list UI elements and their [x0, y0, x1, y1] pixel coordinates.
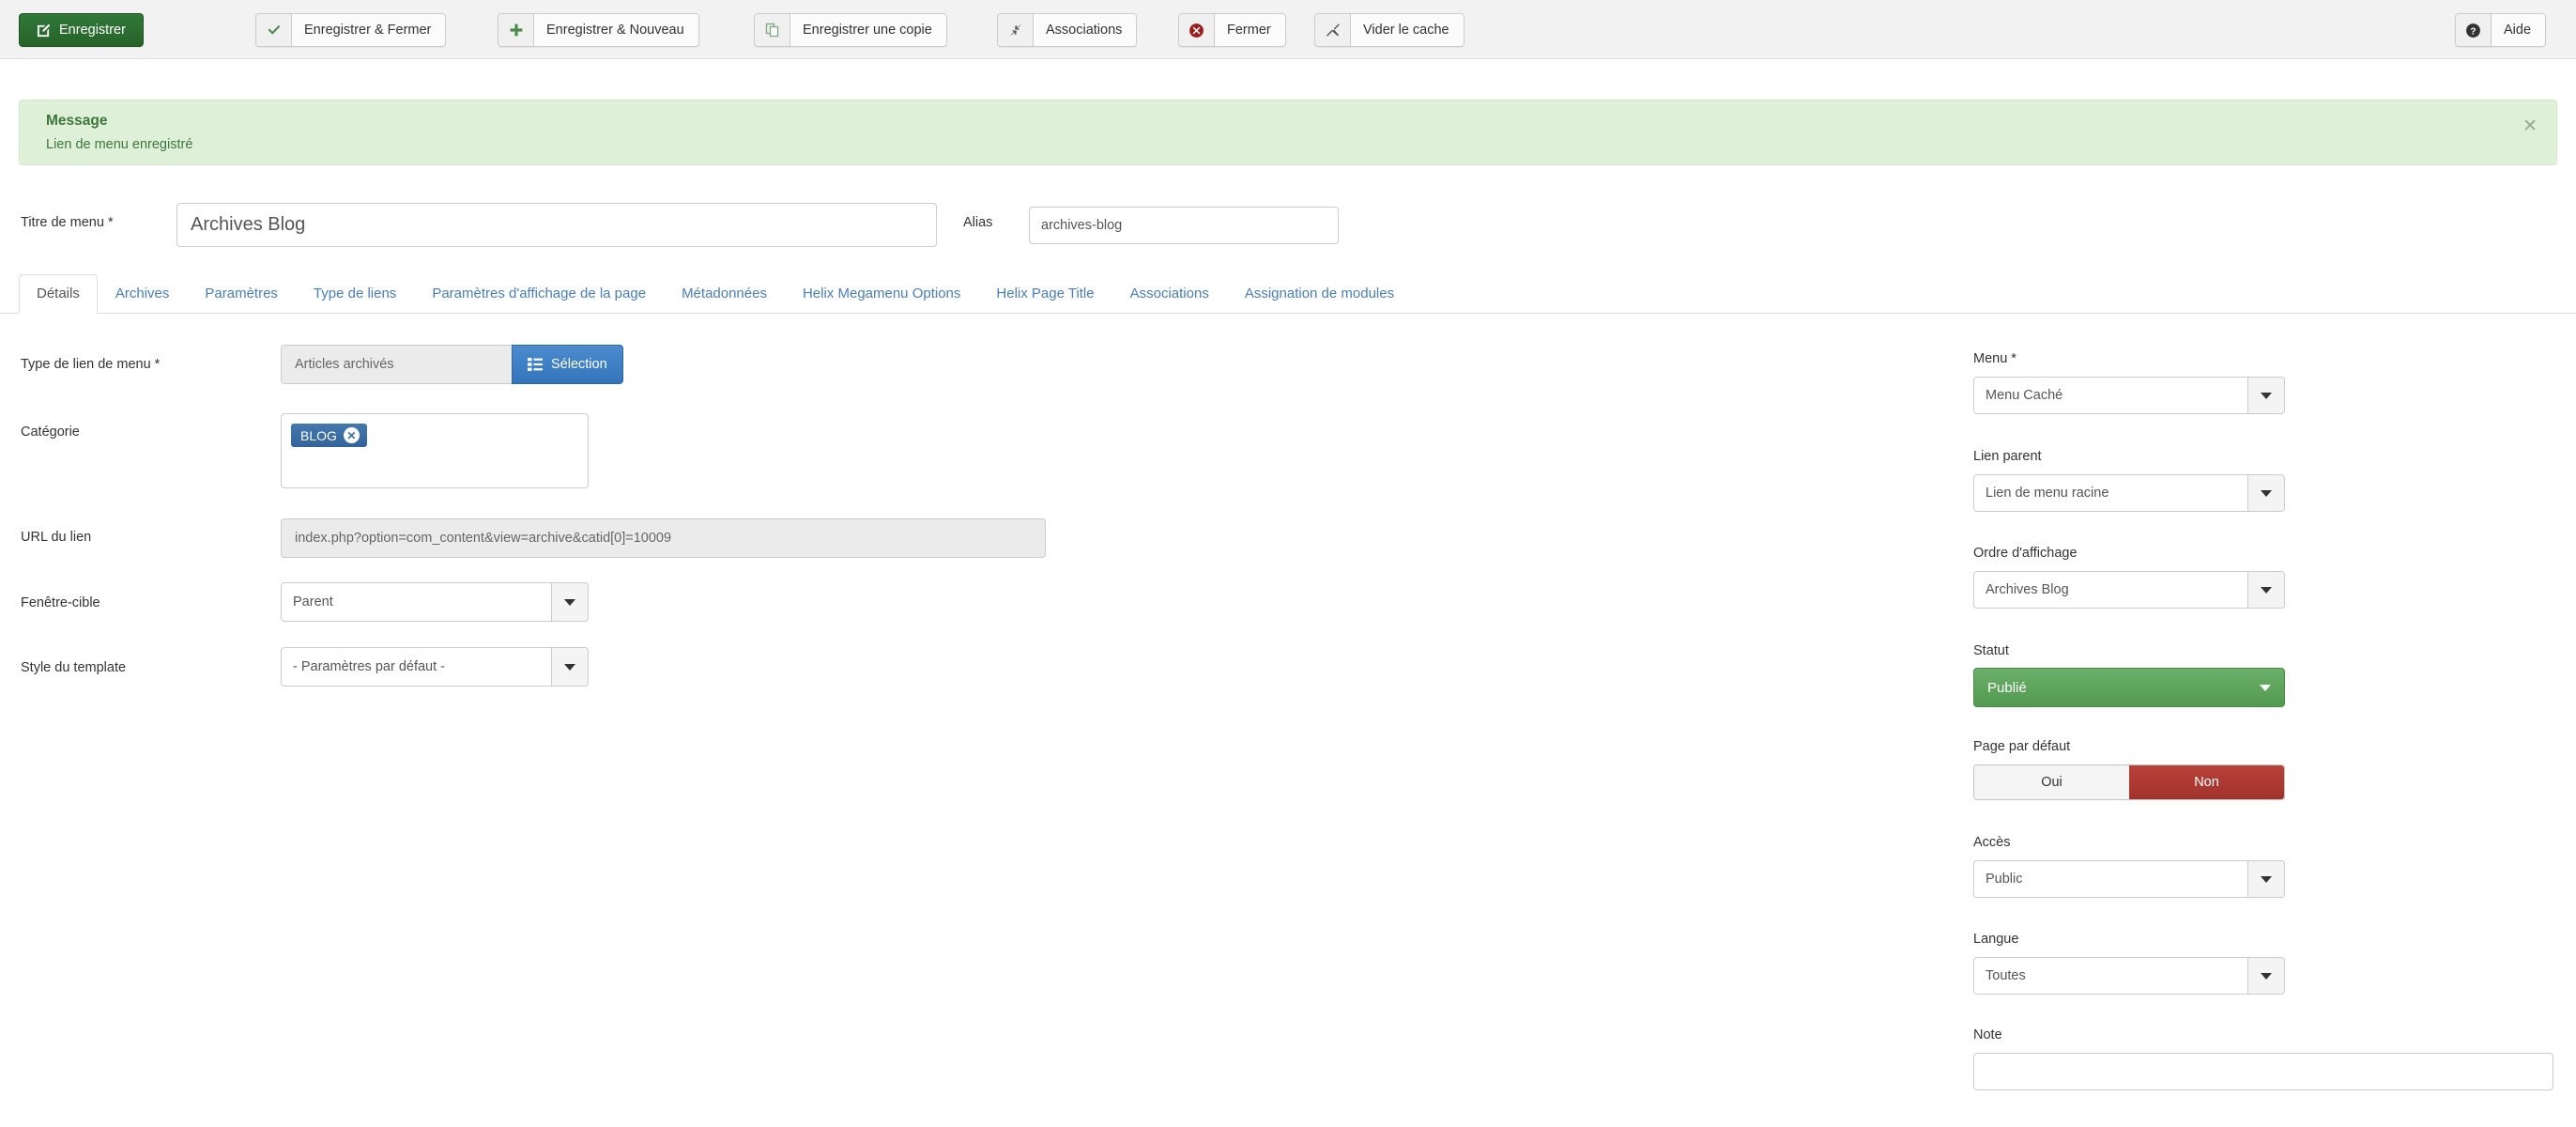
- menu-title-label: Titre de menu *: [21, 215, 114, 230]
- alert-title: Message: [46, 113, 108, 129]
- save-and-new-button[interactable]: Enregistrer & Nouveau: [498, 13, 699, 47]
- close-label[interactable]: Fermer: [1214, 13, 1286, 47]
- ordering-label: Ordre d'affichage: [1973, 546, 2078, 561]
- link-type-value: Articles archivés: [281, 345, 515, 384]
- clear-cache-label[interactable]: Vider le cache: [1350, 13, 1464, 47]
- note-input[interactable]: [1973, 1053, 2553, 1090]
- link-url-label: URL du lien: [21, 530, 92, 545]
- list-icon: [528, 358, 543, 371]
- help-button[interactable]: ? Aide: [2455, 13, 2547, 47]
- message-alert: Message Lien de menu enregistré ✕: [19, 100, 2557, 165]
- tab-bar: Détails Archives Paramètres Type de lien…: [0, 270, 2576, 314]
- tab-parametres-affichage-page[interactable]: Paramètres d'affichage de la page: [414, 274, 664, 314]
- tag-blog[interactable]: BLOG ✕: [291, 424, 367, 447]
- title-row: Titre de menu * Alias: [0, 203, 2576, 250]
- menu-value: Menu Caché: [1973, 377, 2247, 414]
- tab-helix-megamenu-options[interactable]: Helix Megamenu Options: [785, 274, 978, 314]
- save-button-label: Enregistrer: [59, 23, 126, 38]
- link-type-label: Type de lien de menu *: [21, 357, 161, 372]
- default-page-label: Page par défaut: [1973, 739, 2071, 754]
- save-and-close-button[interactable]: Enregistrer & Fermer: [255, 13, 447, 47]
- tab-archives[interactable]: Archives: [98, 274, 188, 314]
- associations-label[interactable]: Associations: [1033, 13, 1138, 47]
- link-url-value: index.php?option=com_content&view=archiv…: [281, 518, 1046, 558]
- save-and-close-label[interactable]: Enregistrer & Fermer: [291, 13, 447, 47]
- target-window-select[interactable]: Parent: [281, 582, 589, 622]
- menu-select[interactable]: Menu Caché: [1973, 377, 2285, 414]
- tab-metadonnees[interactable]: Métadonnées: [664, 274, 785, 314]
- alert-message-text: Lien de menu enregistré: [46, 137, 193, 152]
- note-label: Note: [1973, 1027, 2002, 1042]
- category-tag-box[interactable]: BLOG ✕: [281, 413, 589, 488]
- ordering-select[interactable]: Archives Blog: [1973, 571, 2285, 609]
- tag-blog-label: BLOG: [300, 427, 337, 443]
- chevron-down-icon[interactable]: [2247, 377, 2285, 414]
- question-circle-icon: ?: [2455, 13, 2491, 47]
- chevron-down-icon[interactable]: [2247, 957, 2285, 995]
- template-style-label: Style du template: [21, 660, 127, 675]
- broom-icon: [1314, 13, 1350, 47]
- associations-button[interactable]: Associations: [997, 13, 1138, 47]
- chevron-down-icon[interactable]: [551, 582, 589, 622]
- parent-link-select[interactable]: Lien de menu racine: [1973, 474, 2285, 512]
- alias-input[interactable]: [1029, 207, 1339, 244]
- alias-label: Alias: [963, 215, 993, 230]
- close-button[interactable]: Fermer: [1178, 13, 1286, 47]
- help-label[interactable]: Aide: [2491, 13, 2547, 47]
- menu-label: Menu *: [1973, 351, 2016, 366]
- tab-type-de-liens[interactable]: Type de liens: [296, 274, 414, 314]
- access-value: Public: [1973, 860, 2247, 898]
- access-select[interactable]: Public: [1973, 860, 2285, 898]
- copy-icon: [754, 13, 790, 47]
- chevron-down-icon[interactable]: [2247, 474, 2285, 512]
- chevron-down-icon[interactable]: [2247, 571, 2285, 609]
- tab-details[interactable]: Détails: [19, 274, 98, 314]
- menu-title-input[interactable]: [176, 203, 937, 247]
- status-value: Publié: [1987, 679, 2027, 696]
- toolbar: Enregistrer Enregistrer & Fermer Enregis…: [0, 0, 2576, 59]
- save-button-inner[interactable]: Enregistrer: [19, 13, 144, 47]
- template-style-select[interactable]: - Paramètres par défaut -: [281, 647, 589, 687]
- language-value: Toutes: [1973, 957, 2247, 995]
- language-select[interactable]: Toutes: [1973, 957, 2285, 995]
- status-label: Statut: [1973, 643, 2009, 658]
- save-button[interactable]: Enregistrer: [19, 13, 144, 47]
- template-style-value: - Paramètres par défaut -: [281, 647, 551, 687]
- status-select[interactable]: Publié: [1973, 668, 2285, 707]
- cancel-circle-icon: [1178, 13, 1214, 47]
- save-as-copy-label[interactable]: Enregistrer une copie: [790, 13, 947, 47]
- save-and-new-label[interactable]: Enregistrer & Nouveau: [533, 13, 699, 47]
- svg-text:?: ?: [2470, 26, 2476, 37]
- parent-link-label: Lien parent: [1973, 449, 2042, 464]
- parent-link-value: Lien de menu racine: [1973, 474, 2247, 512]
- clear-cache-button[interactable]: Vider le cache: [1314, 13, 1464, 47]
- pencil-square-icon: [37, 23, 51, 38]
- chevron-down-icon[interactable]: [551, 647, 589, 687]
- category-label: Catégorie: [21, 425, 80, 440]
- chevron-down-icon[interactable]: [2247, 860, 2285, 898]
- access-label: Accès: [1973, 835, 2011, 850]
- tab-helix-page-title[interactable]: Helix Page Title: [978, 274, 1112, 314]
- close-icon[interactable]: ✕: [2522, 117, 2538, 135]
- save-as-copy-button[interactable]: Enregistrer une copie: [754, 13, 947, 47]
- default-page-toggle[interactable]: Oui Non: [1973, 764, 2285, 800]
- check-icon: [255, 13, 291, 47]
- select-link-type-label: Sélection: [551, 357, 607, 372]
- default-page-yes[interactable]: Oui: [1974, 765, 2129, 799]
- chevron-down-icon: [2260, 684, 2271, 691]
- select-link-type-button[interactable]: Sélection: [512, 345, 623, 384]
- target-window-value: Parent: [281, 582, 551, 622]
- default-page-no[interactable]: Non: [2129, 765, 2284, 799]
- arrows-in-icon: [997, 13, 1033, 47]
- language-label: Langue: [1973, 932, 2019, 947]
- tab-parametres[interactable]: Paramètres: [187, 274, 296, 314]
- plus-icon: [498, 13, 533, 47]
- ordering-value: Archives Blog: [1973, 571, 2247, 609]
- target-window-label: Fenêtre-cible: [21, 595, 100, 610]
- remove-circle-icon[interactable]: ✕: [343, 427, 360, 443]
- tab-associations[interactable]: Associations: [1112, 274, 1227, 314]
- tab-assignation-de-modules[interactable]: Assignation de modules: [1227, 274, 1412, 314]
